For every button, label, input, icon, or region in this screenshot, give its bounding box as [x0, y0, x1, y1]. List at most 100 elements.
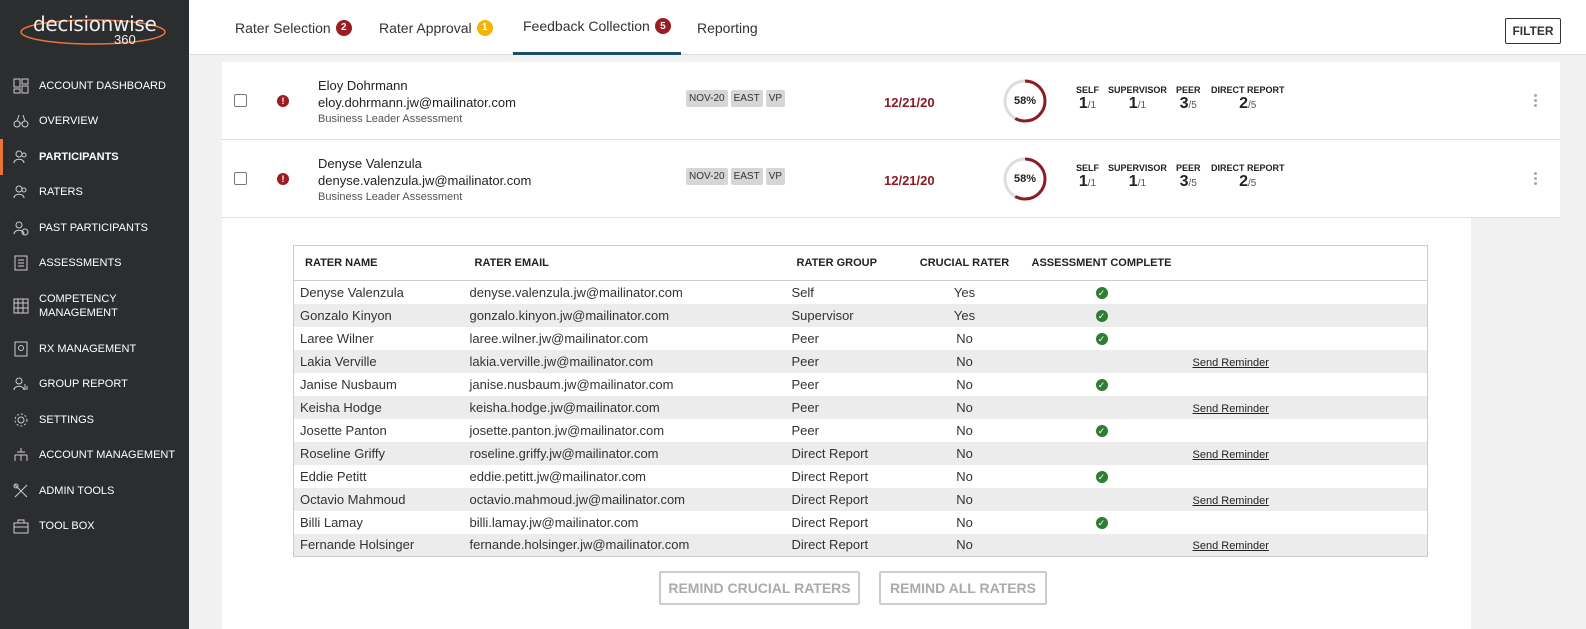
top-tab-bar: Rater Selection 2 Rater Approval 1 Feedb… [189, 0, 1586, 55]
assessment-complete-cell: ✓ [1017, 511, 1187, 534]
stat-value: 2 [1239, 95, 1249, 112]
column-header: RATER NAME [293, 245, 464, 281]
sidebar-item-competency-management[interactable]: COMPETENCY MANAGEMENT [0, 281, 189, 331]
send-reminder-link[interactable]: Send Reminder [1193, 540, 1269, 552]
crucial-rater-cell: No [956, 422, 973, 438]
dashboard-icon [13, 78, 29, 94]
stat-label: PEER [1176, 85, 1201, 95]
action-cell: Send Reminder [1186, 441, 1428, 465]
participant-card: ! Eloy Dohrmann eloy.dohrmann.jw@mailina… [222, 62, 1560, 140]
stat-value: 1 [1078, 95, 1088, 112]
stat-value: 1 [1128, 173, 1138, 190]
progress-ring: 58% [1002, 156, 1048, 202]
binoculars-icon [13, 115, 29, 128]
tools-icon [13, 483, 28, 498]
sidebar-item-admin-tools[interactable]: ADMIN TOOLS [0, 473, 189, 509]
stat-label: SUPERVISOR [1108, 163, 1167, 173]
rater-email-cell: billi.lamay.jw@mailinator.com [469, 514, 639, 530]
rater-email-cell: lakia.verville.jw@mailinator.com [463, 349, 786, 373]
count-badge: 1 [476, 19, 493, 36]
brand-logo[interactable]: decisionwise 360 [18, 10, 168, 50]
action-cell: Send Reminder [1186, 395, 1428, 419]
stat-supervisor: SUPERVISOR 1/1 [1108, 163, 1167, 191]
count-badge: 2 [335, 19, 352, 36]
action-cell [1187, 465, 1428, 488]
rater-email-cell: octavio.mahmoud.jw@mailinator.com [463, 487, 786, 511]
participant-list: ! Eloy Dohrmann eloy.dohrmann.jw@mailina… [222, 62, 1560, 629]
sidebar-item-rx-management[interactable]: RX MANAGEMENT [0, 331, 189, 367]
tab-label: Feedback Collection [523, 18, 650, 34]
tab-rater-approval[interactable]: Rater Approval 1 [379, 0, 493, 55]
rater-group-cell: Direct Report [791, 468, 869, 484]
rater-email-cell: denyse.valenzula.jw@mailinator.com [469, 284, 683, 300]
stat-total: /5 [1188, 100, 1197, 111]
stat-value: 1 [1128, 95, 1138, 112]
tag: NOV-20 [686, 168, 728, 185]
participant-email: eloy.dohrmann.jw@mailinator.com [318, 95, 516, 110]
participant-checkbox[interactable] [234, 94, 247, 107]
brand-name: decisionwise [33, 12, 157, 36]
tab-label: Rater Selection [235, 19, 331, 36]
stat-total: /5 [1248, 178, 1257, 189]
stat-label: DIRECT REPORT [1211, 85, 1285, 95]
action-cell: Send Reminder [1186, 533, 1428, 557]
stat-self: SELF 1/1 [1076, 163, 1099, 191]
due-date: 12/21/20 [884, 173, 935, 188]
tag: VP [765, 90, 786, 107]
rater-email-cell: eddie.petitt.jw@mailinator.com [469, 468, 647, 484]
due-date: 12/21/20 [884, 95, 935, 110]
sidebar-item-past-participants[interactable]: PAST PARTICIPANTS [0, 210, 189, 246]
send-reminder-link[interactable]: Send Reminder [1193, 495, 1269, 507]
stat-self: SELF 1/1 [1076, 85, 1099, 113]
send-reminder-link[interactable]: Send Reminder [1193, 403, 1269, 415]
sidebar-item-participants[interactable]: PARTICIPANTS [0, 139, 189, 175]
tab-rater-selection[interactable]: Rater Selection 2 [235, 0, 352, 55]
remind-all-raters-button[interactable]: REMIND ALL RATERS [879, 571, 1047, 605]
stat-value: 3 [1179, 173, 1189, 190]
more-options-icon[interactable] [1534, 172, 1538, 187]
sidebar-item-label: OVERVIEW [39, 115, 99, 128]
stat-direct-report: DIRECT REPORT 2/5 [1211, 85, 1285, 113]
stat-supervisor: SUPERVISOR 1/1 [1108, 85, 1167, 113]
tab-reporting[interactable]: Reporting [697, 0, 758, 55]
sidebar-item-tool-box[interactable]: TOOL BOX [0, 509, 189, 545]
stat-label: SELF [1076, 163, 1100, 173]
alert-icon: ! [277, 173, 289, 185]
participant-checkbox[interactable] [234, 172, 247, 185]
action-cell [1186, 303, 1428, 327]
assessment-complete-cell [1016, 349, 1187, 373]
sidebar: decisionwise 360 ACCOUNT DASHBOARD OVERV… [0, 0, 189, 629]
crucial-rater-cell: No [912, 441, 1017, 465]
sidebar-item-overview[interactable]: OVERVIEW [0, 104, 189, 140]
tab-feedback-collection[interactable]: Feedback Collection 5 [513, 0, 681, 55]
stat-label: DIRECT REPORT [1211, 163, 1285, 173]
sidebar-item-account-management[interactable]: ACCOUNT MANAGEMENT [0, 438, 189, 474]
stat-peer: PEER 3/5 [1176, 163, 1201, 191]
sidebar-item-account-dashboard[interactable]: ACCOUNT DASHBOARD [0, 68, 189, 104]
group-report-icon [13, 377, 28, 391]
send-reminder-link[interactable]: Send Reminder [1193, 357, 1269, 369]
sidebar-item-settings[interactable]: SETTINGS [0, 402, 189, 438]
check-circle-icon: ✓ [1095, 287, 1108, 300]
alert-icon: ! [277, 95, 289, 107]
participant-name: Denyse Valenzula [318, 156, 422, 171]
table-row: Lakia Verville lakia.verville.jw@mailinat… [293, 349, 1428, 373]
send-reminder-link[interactable]: Send Reminder [1193, 449, 1269, 461]
rater-name-cell: Gonzalo Kinyon [293, 303, 464, 327]
filter-button[interactable]: FILTER [1505, 18, 1561, 44]
sidebar-item-group-report[interactable]: GROUP REPORT [0, 367, 189, 403]
sidebar-item-label: ACCOUNT DASHBOARD [39, 79, 166, 92]
sidebar-item-assessments[interactable]: ASSESSMENTS [0, 246, 189, 282]
assessment-complete-cell: ✓ [1017, 465, 1187, 488]
gear-icon [14, 413, 28, 427]
rater-group-cell: Direct Report [791, 514, 869, 530]
progress-percent: 58% [1013, 95, 1037, 107]
sidebar-item-label: RATERS [39, 186, 83, 199]
progress-ring: 58% [1002, 78, 1048, 124]
remind-crucial-raters-button[interactable]: REMIND CRUCIAL RATERS [659, 571, 860, 605]
more-options-icon[interactable] [1534, 94, 1538, 109]
sidebar-item-raters[interactable]: RATERS [0, 175, 189, 211]
tag: NOV-20 [686, 90, 728, 107]
tag: EAST [730, 90, 763, 107]
check-circle-icon: ✓ [1095, 517, 1108, 530]
